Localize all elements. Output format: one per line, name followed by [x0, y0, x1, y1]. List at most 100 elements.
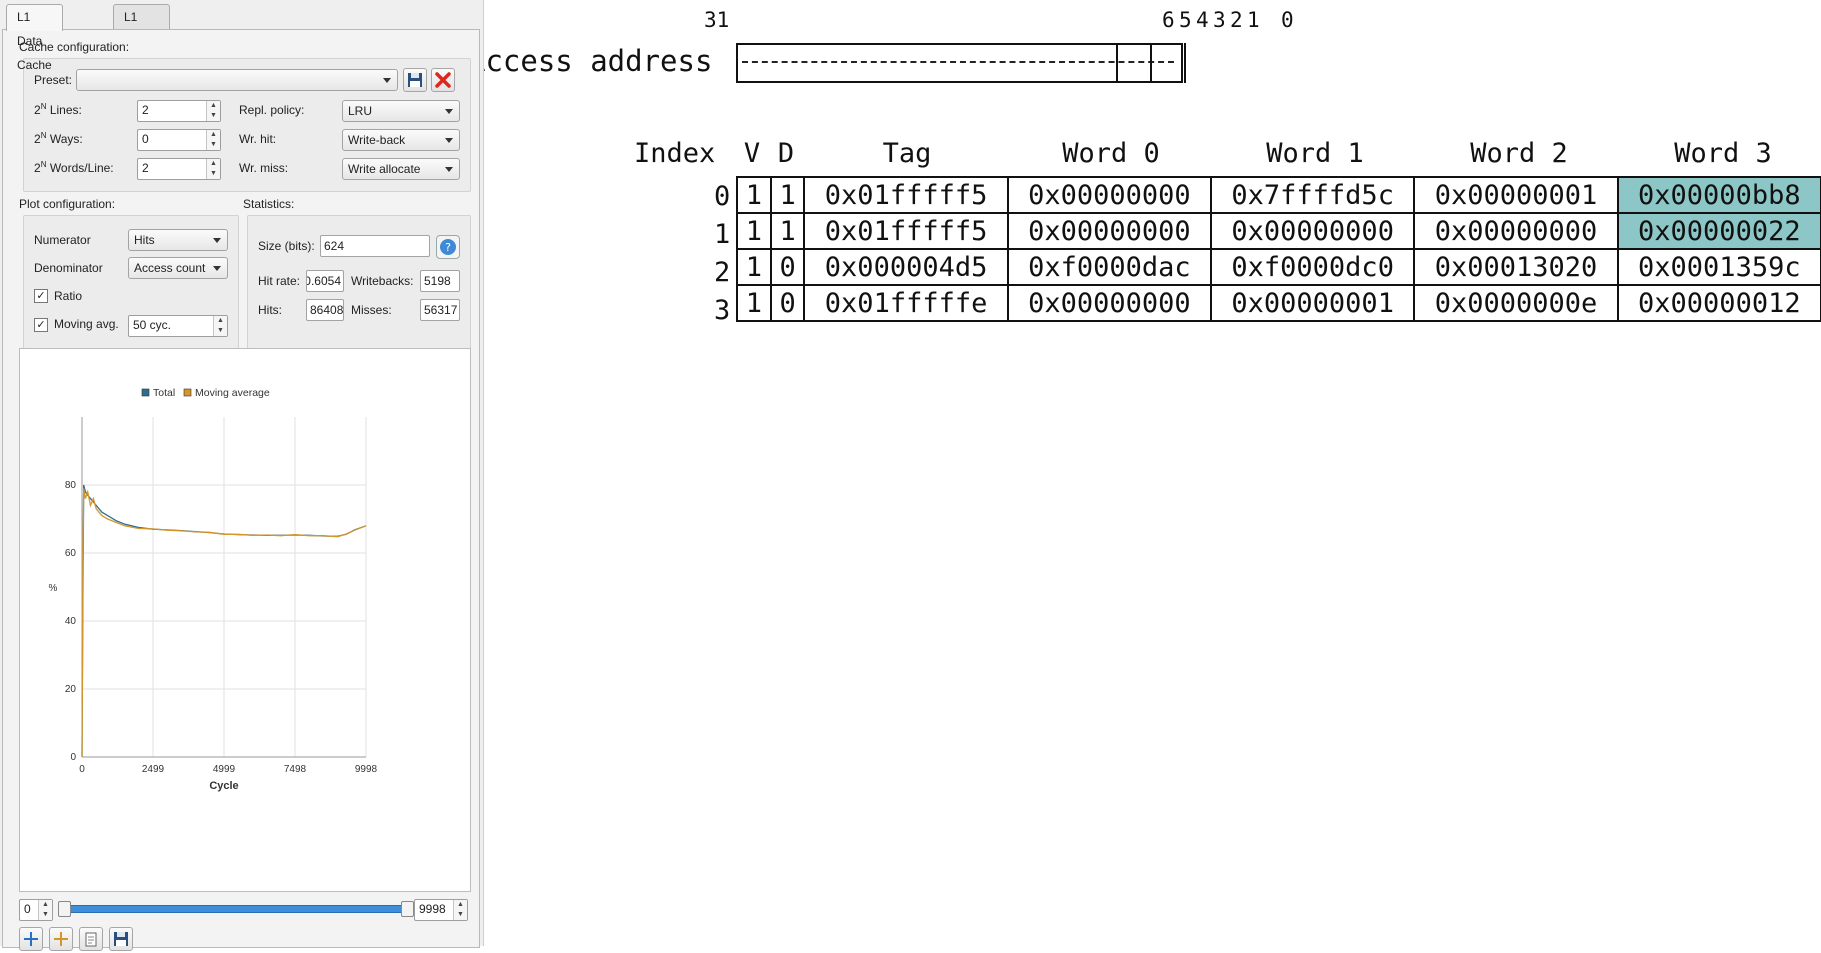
- size-field: 624: [320, 235, 430, 257]
- delete-icon: [435, 72, 451, 88]
- remove-preset-button[interactable]: [431, 68, 455, 92]
- checkmark-icon: ✓: [36, 290, 46, 302]
- bit-label-4: 4: [1196, 8, 1209, 32]
- header-d: D: [777, 138, 795, 169]
- wr-miss-value: Write allocate: [348, 162, 421, 176]
- wr-miss-label: Wr. miss:: [239, 161, 289, 175]
- numerator-value: Hits: [134, 233, 155, 247]
- index-column: 0 1 2 3: [714, 178, 730, 330]
- word-cell: 0xf0000dac: [1006, 248, 1213, 286]
- moving-avg-label: Moving avg.: [54, 317, 119, 331]
- valid-cell: 1: [736, 212, 772, 250]
- word-cell: 0x00000000: [1210, 212, 1416, 250]
- moving-avg-value: 50 cyc.: [133, 318, 172, 332]
- word-cell: 0x00000000: [1006, 176, 1213, 214]
- chevron-down-icon: [445, 167, 453, 172]
- bit-label-0: 0: [1281, 8, 1294, 32]
- ratio-label: Ratio: [54, 289, 83, 303]
- hit-rate-chart: 0 2499 4999 7498 9998 0 20 40 60 80 Cycle% Total Mov…: [19, 348, 471, 892]
- y-tick-label: 20: [65, 684, 77, 695]
- header-index: Index: [634, 138, 716, 169]
- range-end-spinbox[interactable]: 9998 ▲ ▼: [414, 899, 468, 921]
- tab-l1-data-cache[interactable]: L1 Data Cache: [6, 4, 63, 72]
- x-tick-label: 0: [79, 764, 85, 775]
- repl-policy-label: Repl. policy:: [239, 103, 305, 117]
- words-value: 2: [142, 161, 149, 175]
- moving-avg-spinbox[interactable]: 50 cyc. ▲ ▼: [128, 315, 228, 337]
- spin-arrows-icon[interactable]: ▲ ▼: [206, 130, 220, 150]
- header-word-0: Word 0: [1062, 138, 1160, 169]
- range-end-handle[interactable]: [401, 901, 414, 917]
- word-cell: 0x0000000e: [1413, 284, 1619, 322]
- chevron-down-icon: [445, 109, 453, 114]
- word-cell: 0x0001359c: [1616, 248, 1821, 286]
- header-word-3: Word 3: [1674, 138, 1772, 169]
- copy-button[interactable]: [79, 927, 103, 951]
- hit-rate-value: 0.6054: [306, 274, 341, 288]
- ways-spinbox[interactable]: 0 ▲ ▼: [137, 129, 221, 151]
- wr-hit-select[interactable]: Write-back: [342, 129, 460, 151]
- lines-spinbox[interactable]: 2 ▲ ▼: [137, 100, 221, 122]
- table-row: 1 0 0x01fffffe 0x00000000 0x00000001 0x0…: [736, 284, 1821, 322]
- header-tag: Tag: [882, 138, 932, 169]
- moving-avg-checkbox[interactable]: ✓: [34, 318, 48, 332]
- y-tick-label: 60: [65, 548, 77, 559]
- table-row: 1 1 0x01fffff5 0x00000000 0x00000000 0x0…: [736, 212, 1821, 250]
- writebacks-field: 5198: [420, 270, 460, 292]
- address-bits-dashes: [742, 61, 1174, 63]
- header-word-1: Word 1: [1266, 138, 1364, 169]
- bit-label-5: 5: [1179, 8, 1192, 32]
- save-plot-button[interactable]: [109, 927, 133, 951]
- word-cell-highlighted: 0x00000022: [1616, 212, 1821, 250]
- repl-policy-value: LRU: [348, 104, 373, 118]
- spin-arrows-icon[interactable]: ▲ ▼: [453, 900, 467, 920]
- range-start-spinbox[interactable]: 0 ▲ ▼: [19, 899, 53, 921]
- denominator-select[interactable]: Access count: [128, 257, 228, 279]
- tab-pane: Cache configuration: Preset: 2N Lines: 2…: [2, 29, 480, 951]
- range-start-handle[interactable]: [58, 901, 71, 917]
- valid-cell: 1: [736, 284, 772, 322]
- hit-rate-label: Hit rate:: [258, 274, 301, 288]
- spin-arrows-icon[interactable]: ▲ ▼: [213, 316, 227, 336]
- marker-button[interactable]: [49, 927, 73, 951]
- crosshair-blue-icon: [24, 932, 38, 946]
- hits-label: Hits:: [258, 303, 282, 317]
- spin-arrows-icon[interactable]: ▲ ▼: [206, 101, 220, 121]
- bit-label-31: 31: [704, 8, 730, 32]
- ratio-checkbox[interactable]: ✓: [34, 289, 48, 303]
- word-cell: 0x00000001: [1413, 176, 1619, 214]
- chevron-down-icon: [213, 238, 221, 243]
- word-cell: 0xf0000dc0: [1210, 248, 1416, 286]
- help-button[interactable]: ?: [436, 235, 460, 259]
- cache-settings-panel: L1 Data Cache L1 Instr. Cache Cache conf…: [0, 0, 483, 951]
- range-slider[interactable]: [58, 901, 414, 917]
- bit-label-2: 2: [1230, 8, 1243, 32]
- valid-cell: 1: [736, 248, 772, 286]
- wr-hit-value: Write-back: [348, 133, 406, 147]
- x-tick-label: 4999: [213, 764, 236, 775]
- tab-l1-instr-cache[interactable]: L1 Instr. Cache: [113, 4, 170, 72]
- cache-table: 1 1 0x01fffff5 0x00000000 0x7ffffd5c 0x0…: [736, 176, 1821, 322]
- denominator-value: Access count: [134, 261, 206, 275]
- preset-select[interactable]: [76, 69, 398, 91]
- checkmark-icon: ✓: [36, 319, 46, 331]
- header-word-2: Word 2: [1470, 138, 1568, 169]
- wr-hit-label: Wr. hit:: [239, 132, 277, 146]
- lines-value: 2: [142, 103, 149, 117]
- valid-cell: 1: [736, 176, 772, 214]
- tag-cell: 0x01fffffe: [803, 284, 1009, 322]
- zoom-button[interactable]: [19, 927, 43, 951]
- misses-field: 56317: [420, 299, 460, 321]
- numerator-select[interactable]: Hits: [128, 229, 228, 251]
- spin-arrows-icon[interactable]: ▲ ▼: [38, 900, 52, 920]
- y-tick-label: 40: [65, 616, 77, 627]
- wr-miss-select[interactable]: Write allocate: [342, 158, 460, 180]
- repl-policy-select[interactable]: LRU: [342, 100, 460, 122]
- word-cell: 0x00013020: [1413, 248, 1619, 286]
- save-preset-button[interactable]: [403, 68, 427, 92]
- spin-arrows-icon[interactable]: ▲ ▼: [206, 159, 220, 179]
- row-index: 2: [714, 257, 731, 288]
- x-tick-label: 7498: [284, 764, 307, 775]
- legend-label: Moving average: [195, 387, 270, 399]
- words-spinbox[interactable]: 2 ▲ ▼: [137, 158, 221, 180]
